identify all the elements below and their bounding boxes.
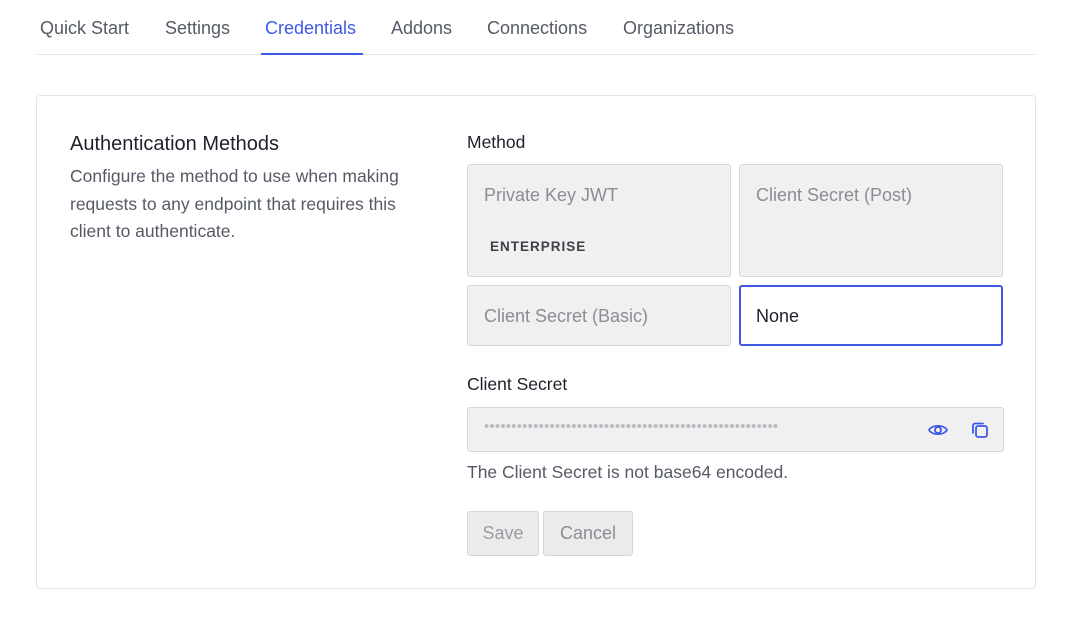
tab-addons[interactable]: Addons bbox=[391, 18, 452, 39]
client-secret-label: Client Secret bbox=[467, 374, 568, 394]
method-option-none[interactable]: None bbox=[739, 285, 1003, 346]
client-secret-masked-value: ••••••••••••••••••••••••••••••••••••••••… bbox=[484, 418, 779, 435]
client-secret-hint: The Client Secret is not base64 encoded. bbox=[467, 462, 789, 482]
enterprise-badge: ENTERPRISE bbox=[490, 239, 587, 254]
method-option-label: None bbox=[756, 306, 800, 326]
cancel-button[interactable]: Cancel bbox=[543, 511, 633, 556]
section-title: Authentication Methods bbox=[70, 133, 280, 155]
authentication-methods-card: Authentication Methods Configure the met… bbox=[36, 95, 1036, 589]
method-option-client-secret-basic[interactable]: Client Secret (Basic) bbox=[467, 285, 731, 346]
section-description: Configure the method to use when making … bbox=[70, 166, 399, 241]
active-tab-indicator bbox=[261, 53, 363, 55]
method-option-label: Client Secret (Basic) bbox=[484, 306, 649, 326]
tab-bar: Quick Start Settings Credentials Addons … bbox=[36, 0, 1036, 55]
tab-settings[interactable]: Settings bbox=[165, 18, 230, 39]
method-option-label: Private Key JWT bbox=[484, 185, 619, 205]
tab-credentials[interactable]: Credentials bbox=[265, 18, 356, 39]
method-label: Method bbox=[467, 132, 526, 152]
tab-quick-start[interactable]: Quick Start bbox=[40, 18, 129, 39]
tab-organizations[interactable]: Organizations bbox=[623, 18, 734, 39]
save-button[interactable]: Save bbox=[467, 511, 539, 556]
method-option-client-secret-post[interactable]: Client Secret (Post) bbox=[739, 164, 1003, 277]
method-option-label: Client Secret (Post) bbox=[756, 185, 913, 205]
tab-connections[interactable]: Connections bbox=[487, 18, 587, 39]
copy-icon[interactable] bbox=[969, 419, 991, 441]
eye-icon[interactable] bbox=[927, 419, 949, 441]
client-secret-field[interactable]: ••••••••••••••••••••••••••••••••••••••••… bbox=[467, 407, 1004, 452]
method-option-private-key-jwt[interactable]: Private Key JWT ENTERPRISE bbox=[467, 164, 731, 277]
